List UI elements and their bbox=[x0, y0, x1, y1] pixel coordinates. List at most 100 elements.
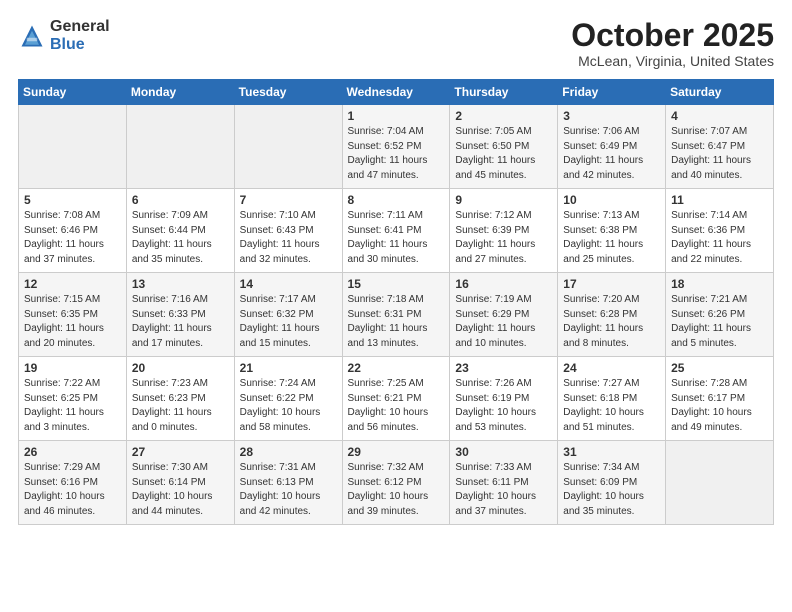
calendar-table: SundayMondayTuesdayWednesdayThursdayFrid… bbox=[18, 79, 774, 525]
day-cell: 8Sunrise: 7:11 AMSunset: 6:41 PMDaylight… bbox=[342, 189, 450, 273]
col-header-thursday: Thursday bbox=[450, 80, 558, 105]
day-cell: 16 Sunrise: 7:19 AMSunset: 6:29 PMDayligh… bbox=[450, 273, 558, 357]
day-info: Sunrise: 7:28 AMSunset: 6:17 PMDaylight:… bbox=[671, 377, 768, 435]
logo: General Blue bbox=[18, 18, 110, 53]
day-number: 25 bbox=[671, 361, 768, 375]
day-number: 14 bbox=[240, 277, 337, 291]
calendar-header: SundayMondayTuesdayWednesdayThursdayFrid… bbox=[19, 80, 774, 105]
day-number: 4 bbox=[671, 109, 768, 123]
day-cell: 21Sunrise: 7:24 AMSunset: 6:22 PMDayligh… bbox=[234, 357, 342, 441]
week-row-4: 19Sunrise: 7:22 AMSunset: 6:25 PMDayligh… bbox=[19, 357, 774, 441]
day-info: Sunrise: 7:27 AMSunset: 6:18 PMDaylight:… bbox=[563, 377, 660, 435]
day-cell: 22Sunrise: 7:25 AMSunset: 6:21 PMDayligh… bbox=[342, 357, 450, 441]
day-cell: 18 Sunrise: 7:21 AMSunset: 6:26 PMDayligh… bbox=[666, 273, 774, 357]
day-info: Sunrise: 7:09 AMSunset: 6:44 PMDaylight:… bbox=[132, 209, 229, 267]
day-info: Sunrise: 7:22 AMSunset: 6:25 PMDaylight:… bbox=[24, 377, 121, 435]
day-cell: 15 Sunrise: 7:18 AMSunset: 6:31 PMDayligh… bbox=[342, 273, 450, 357]
day-number: 27 bbox=[132, 445, 229, 459]
day-info: Sunrise: 7:24 AMSunset: 6:22 PMDaylight:… bbox=[240, 377, 337, 435]
day-cell: 3 Sunrise: 7:06 AMSunset: 6:49 PMDaylight… bbox=[558, 105, 666, 189]
day-cell: 31Sunrise: 7:34 AMSunset: 6:09 PMDayligh… bbox=[558, 441, 666, 525]
day-cell: 1Sunrise: 7:04 AMSunset: 6:52 PMDaylight… bbox=[342, 105, 450, 189]
day-number: 5 bbox=[24, 193, 121, 207]
day-number: 12 bbox=[24, 277, 121, 291]
day-cell: 23 Sunrise: 7:26 AMSunset: 6:19 PMDayligh… bbox=[450, 357, 558, 441]
day-info: Sunrise: 7:19 AMSunset: 6:29 PMDaylight:… bbox=[455, 293, 552, 351]
day-cell: 7 Sunrise: 7:10 AMSunset: 6:43 PMDaylight… bbox=[234, 189, 342, 273]
day-number: 3 bbox=[563, 109, 660, 123]
day-number: 29 bbox=[348, 445, 445, 459]
col-header-wednesday: Wednesday bbox=[342, 80, 450, 105]
day-cell: 11 Sunrise: 7:14 AMSunset: 6:36 PMDayligh… bbox=[666, 189, 774, 273]
day-info: Sunrise: 7:10 AMSunset: 6:43 PMDaylight:… bbox=[240, 209, 337, 267]
day-cell: 12Sunrise: 7:15 AMSunset: 6:35 PMDayligh… bbox=[19, 273, 127, 357]
day-info: Sunrise: 7:05 AMSunset: 6:50 PMDaylight:… bbox=[455, 125, 552, 183]
day-cell: 2 Sunrise: 7:05 AMSunset: 6:50 PMDaylight… bbox=[450, 105, 558, 189]
day-number: 2 bbox=[455, 109, 552, 123]
day-number: 16 bbox=[455, 277, 552, 291]
day-info: Sunrise: 7:30 AMSunset: 6:14 PMDaylight:… bbox=[132, 461, 229, 519]
day-cell bbox=[19, 105, 127, 189]
col-header-saturday: Saturday bbox=[666, 80, 774, 105]
day-cell bbox=[234, 105, 342, 189]
day-info: Sunrise: 7:16 AMSunset: 6:33 PMDaylight:… bbox=[132, 293, 229, 351]
day-number: 9 bbox=[455, 193, 552, 207]
day-cell: 4 Sunrise: 7:07 AMSunset: 6:47 PMDaylight… bbox=[666, 105, 774, 189]
day-info: Sunrise: 7:18 AMSunset: 6:31 PMDaylight:… bbox=[348, 293, 445, 351]
day-cell: 5Sunrise: 7:08 AMSunset: 6:46 PMDaylight… bbox=[19, 189, 127, 273]
logo-blue-text: Blue bbox=[50, 36, 110, 54]
day-cell: 30 Sunrise: 7:33 AMSunset: 6:11 PMDayligh… bbox=[450, 441, 558, 525]
day-info: Sunrise: 7:06 AMSunset: 6:49 PMDaylight:… bbox=[563, 125, 660, 183]
day-number: 18 bbox=[671, 277, 768, 291]
day-info: Sunrise: 7:12 AMSunset: 6:39 PMDaylight:… bbox=[455, 209, 552, 267]
day-number: 30 bbox=[455, 445, 552, 459]
day-cell: 17Sunrise: 7:20 AMSunset: 6:28 PMDayligh… bbox=[558, 273, 666, 357]
day-info: Sunrise: 7:13 AMSunset: 6:38 PMDaylight:… bbox=[563, 209, 660, 267]
day-cell: 26 Sunrise: 7:29 AMSunset: 6:16 PMDayligh… bbox=[19, 441, 127, 525]
header-row: SundayMondayTuesdayWednesdayThursdayFrid… bbox=[19, 80, 774, 105]
title-area: October 2025 McLean, Virginia, United St… bbox=[571, 18, 774, 69]
main-container: General Blue October 2025 McLean, Virgin… bbox=[0, 0, 792, 535]
col-header-tuesday: Tuesday bbox=[234, 80, 342, 105]
day-info: Sunrise: 7:26 AMSunset: 6:19 PMDaylight:… bbox=[455, 377, 552, 435]
day-info: Sunrise: 7:17 AMSunset: 6:32 PMDaylight:… bbox=[240, 293, 337, 351]
day-number: 23 bbox=[455, 361, 552, 375]
day-number: 24 bbox=[563, 361, 660, 375]
day-info: Sunrise: 7:29 AMSunset: 6:16 PMDaylight:… bbox=[24, 461, 121, 519]
day-info: Sunrise: 7:21 AMSunset: 6:26 PMDaylight:… bbox=[671, 293, 768, 351]
day-info: Sunrise: 7:04 AMSunset: 6:52 PMDaylight:… bbox=[348, 125, 445, 183]
col-header-monday: Monday bbox=[126, 80, 234, 105]
logo-icon bbox=[18, 22, 46, 50]
day-cell bbox=[666, 441, 774, 525]
header: General Blue October 2025 McLean, Virgin… bbox=[18, 18, 774, 69]
day-cell: 14 Sunrise: 7:17 AMSunset: 6:32 PMDayligh… bbox=[234, 273, 342, 357]
day-cell: 20Sunrise: 7:23 AMSunset: 6:23 PMDayligh… bbox=[126, 357, 234, 441]
day-cell: 24 Sunrise: 7:27 AMSunset: 6:18 PMDayligh… bbox=[558, 357, 666, 441]
day-info: Sunrise: 7:31 AMSunset: 6:13 PMDaylight:… bbox=[240, 461, 337, 519]
month-title: October 2025 bbox=[571, 18, 774, 53]
day-cell: 9 Sunrise: 7:12 AMSunset: 6:39 PMDaylight… bbox=[450, 189, 558, 273]
col-header-friday: Friday bbox=[558, 80, 666, 105]
day-number: 11 bbox=[671, 193, 768, 207]
day-info: Sunrise: 7:14 AMSunset: 6:36 PMDaylight:… bbox=[671, 209, 768, 267]
logo-general-text: General bbox=[50, 18, 110, 36]
day-number: 17 bbox=[563, 277, 660, 291]
day-number: 26 bbox=[24, 445, 121, 459]
week-row-5: 26 Sunrise: 7:29 AMSunset: 6:16 PMDayligh… bbox=[19, 441, 774, 525]
day-cell: 25 Sunrise: 7:28 AMSunset: 6:17 PMDayligh… bbox=[666, 357, 774, 441]
day-info: Sunrise: 7:33 AMSunset: 6:11 PMDaylight:… bbox=[455, 461, 552, 519]
week-row-3: 12Sunrise: 7:15 AMSunset: 6:35 PMDayligh… bbox=[19, 273, 774, 357]
day-number: 13 bbox=[132, 277, 229, 291]
week-row-1: 1Sunrise: 7:04 AMSunset: 6:52 PMDaylight… bbox=[19, 105, 774, 189]
day-number: 6 bbox=[132, 193, 229, 207]
day-number: 22 bbox=[348, 361, 445, 375]
day-number: 7 bbox=[240, 193, 337, 207]
logo-text: General Blue bbox=[50, 18, 110, 53]
calendar-body: 1Sunrise: 7:04 AMSunset: 6:52 PMDaylight… bbox=[19, 105, 774, 525]
day-number: 15 bbox=[348, 277, 445, 291]
day-info: Sunrise: 7:11 AMSunset: 6:41 PMDaylight:… bbox=[348, 209, 445, 267]
day-cell bbox=[126, 105, 234, 189]
day-cell: 6 Sunrise: 7:09 AMSunset: 6:44 PMDaylight… bbox=[126, 189, 234, 273]
day-number: 10 bbox=[563, 193, 660, 207]
day-info: Sunrise: 7:07 AMSunset: 6:47 PMDaylight:… bbox=[671, 125, 768, 183]
